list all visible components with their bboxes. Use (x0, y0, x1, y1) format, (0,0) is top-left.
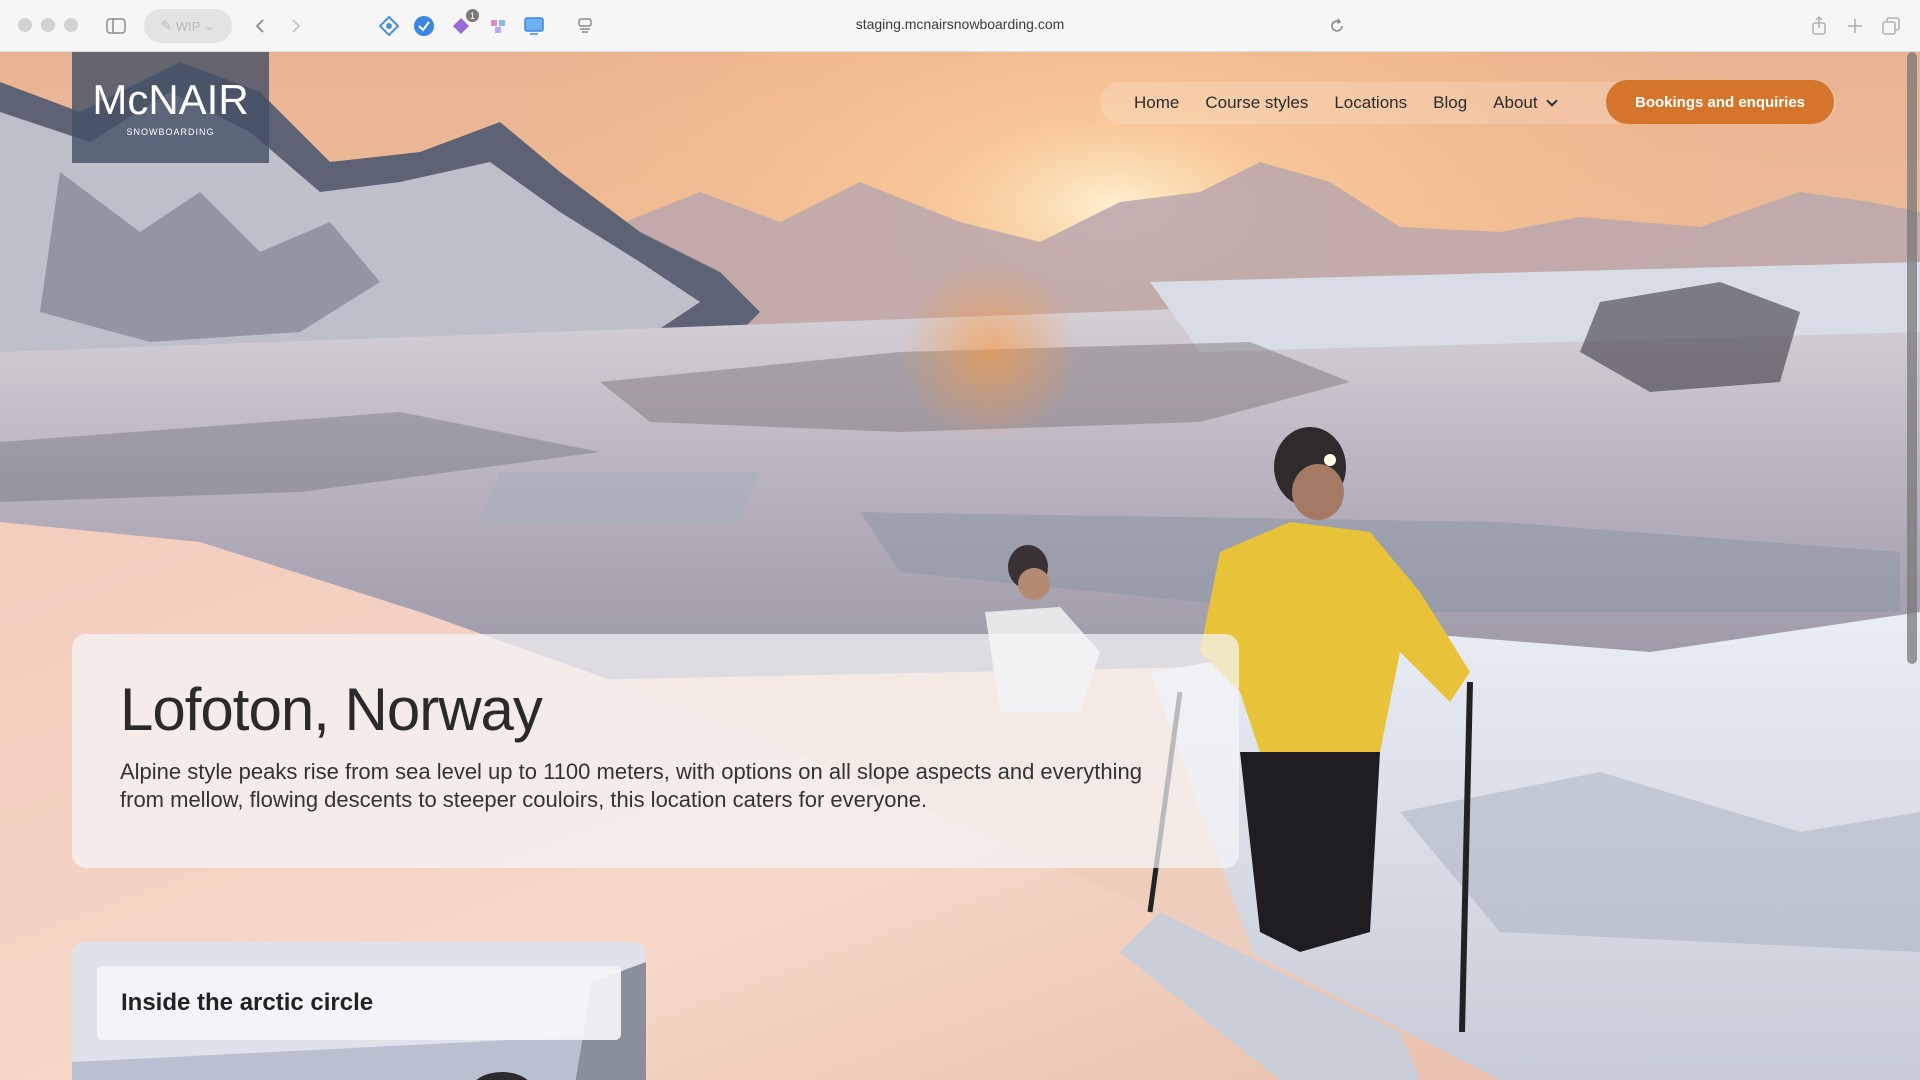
extension-compass-icon[interactable] (378, 15, 400, 37)
back-icon[interactable] (250, 14, 270, 38)
web-page: McNAIR SNOWBOARDING Home Course styles L… (0, 52, 1920, 1080)
logo-wordmark: McNAIR (92, 75, 249, 123)
close-window-button[interactable] (18, 18, 32, 32)
nav-item-about[interactable]: About (1493, 93, 1558, 113)
chevron-down-icon (1545, 94, 1558, 107)
nav-item-home[interactable]: Home (1134, 93, 1179, 113)
profile-label: WIP (175, 18, 201, 34)
location-title: Lofoton, Norway (120, 676, 543, 743)
forward-icon[interactable] (286, 14, 306, 38)
feature-card[interactable]: Inside the arctic circle (72, 942, 646, 1080)
bookings-enquiries-button[interactable]: Bookings and enquiries (1606, 80, 1834, 124)
sidebar-toggle-icon[interactable] (104, 14, 128, 38)
extension-blocks-icon[interactable] (488, 16, 508, 36)
feature-card-title: Inside the arctic circle (97, 966, 621, 1040)
reader-icon[interactable] (574, 14, 596, 38)
location-description: Alpine style peaks rise from sea level u… (120, 759, 1142, 812)
pencil-icon: ✎ (160, 18, 172, 33)
tab-overview-icon[interactable] (1880, 14, 1902, 38)
extension-screen-icon[interactable] (523, 16, 544, 36)
hero-background-image (0, 52, 1920, 1080)
location-info-card: Lofoton, Norway Alpine style peaks rise … (72, 634, 1239, 868)
address-bar[interactable]: staging.mcnairsnowboarding.com (760, 16, 1160, 32)
reload-icon[interactable] (1326, 14, 1348, 38)
site-logo[interactable]: McNAIR SNOWBOARDING (72, 52, 269, 163)
page-scrollbar[interactable] (1907, 52, 1917, 664)
extension-badge: 1 (466, 9, 479, 22)
nav-item-about-label: About (1493, 93, 1538, 112)
zoom-window-button[interactable] (64, 18, 78, 32)
browser-toolbar: ✎ WIP ⌄ 1 staging.mcnairsnowboarding.com (0, 0, 1920, 52)
profile-button[interactable]: ✎ WIP ⌄ (144, 9, 232, 43)
nav-item-course-styles[interactable]: Course styles (1205, 93, 1308, 113)
nav-item-locations[interactable]: Locations (1334, 93, 1407, 113)
chevron-down-icon: ⌄ (204, 18, 216, 33)
extension-check-icon[interactable] (414, 16, 434, 36)
logo-subtitle: SNOWBOARDING (126, 126, 215, 137)
nav-item-blog[interactable]: Blog (1433, 93, 1467, 113)
minimize-window-button[interactable] (41, 18, 55, 32)
share-icon[interactable] (1808, 14, 1830, 38)
new-tab-icon[interactable] (1844, 14, 1866, 38)
